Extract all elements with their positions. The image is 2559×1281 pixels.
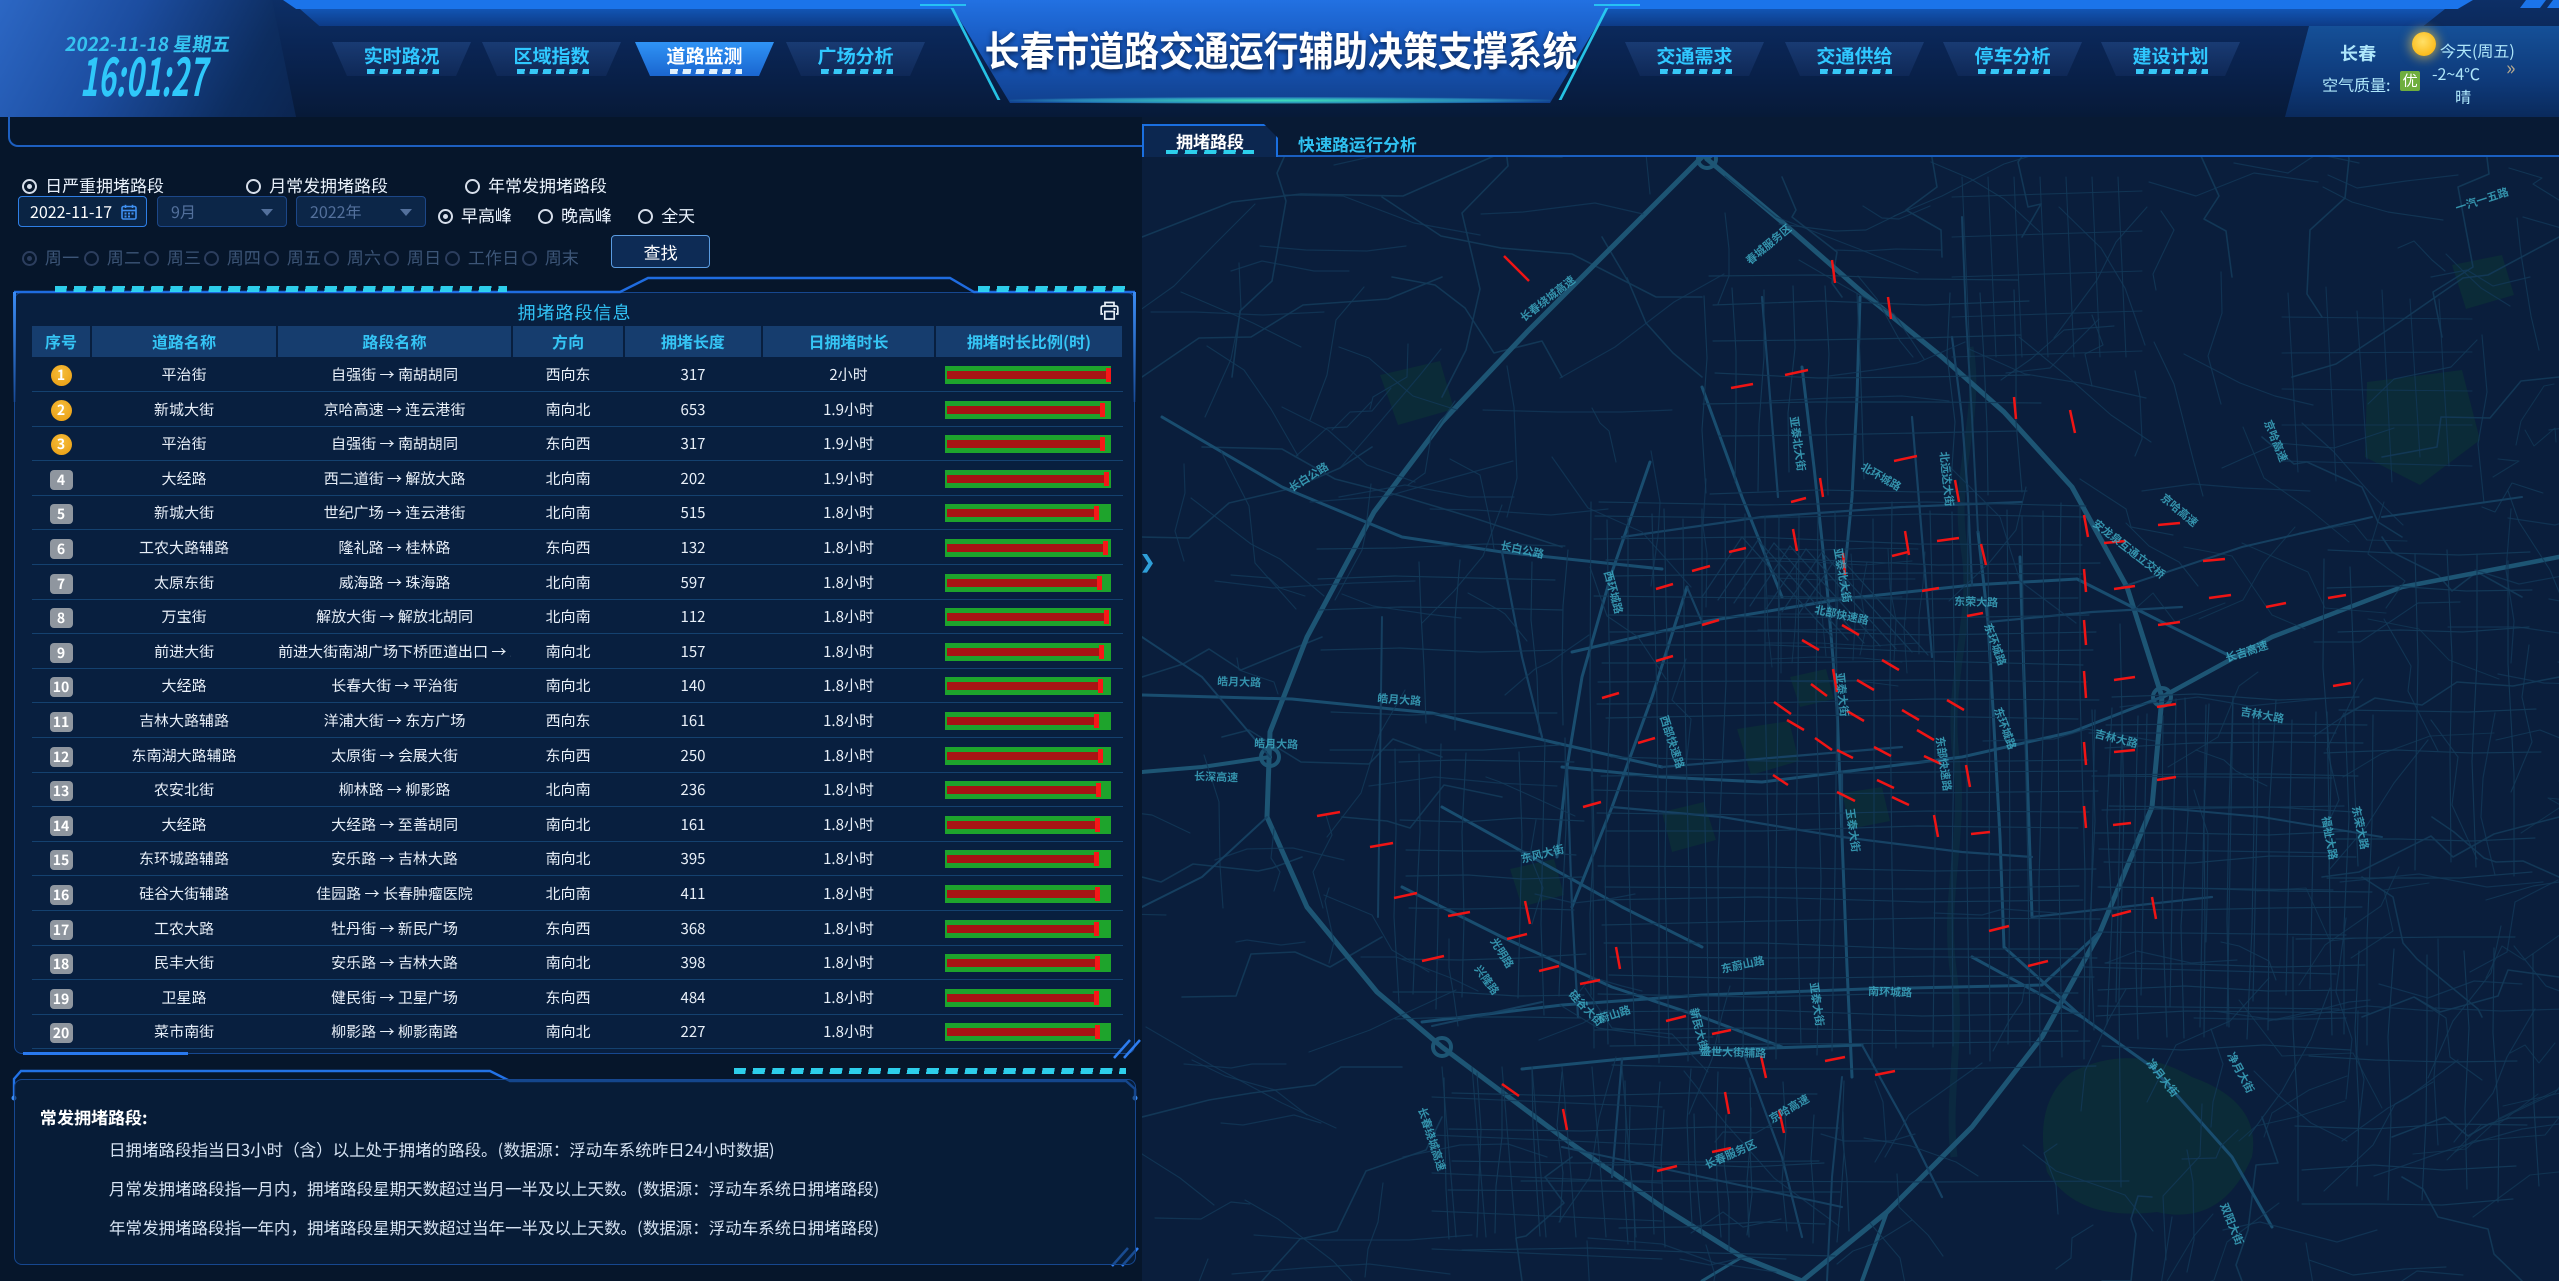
svg-text:长深高速: 长深高速 [1194, 768, 1239, 786]
svg-text:盛世大街辅路: 盛世大街辅路 [1700, 1043, 1768, 1061]
svg-text:皓月大路: 皓月大路 [1377, 690, 1423, 709]
svg-text:皓月大路: 皓月大路 [1217, 673, 1263, 691]
svg-text:东荣大路: 东荣大路 [1954, 593, 2000, 611]
svg-text:皓月大路: 皓月大路 [1254, 735, 1300, 753]
svg-text:南环城路: 南环城路 [1868, 983, 1914, 1001]
